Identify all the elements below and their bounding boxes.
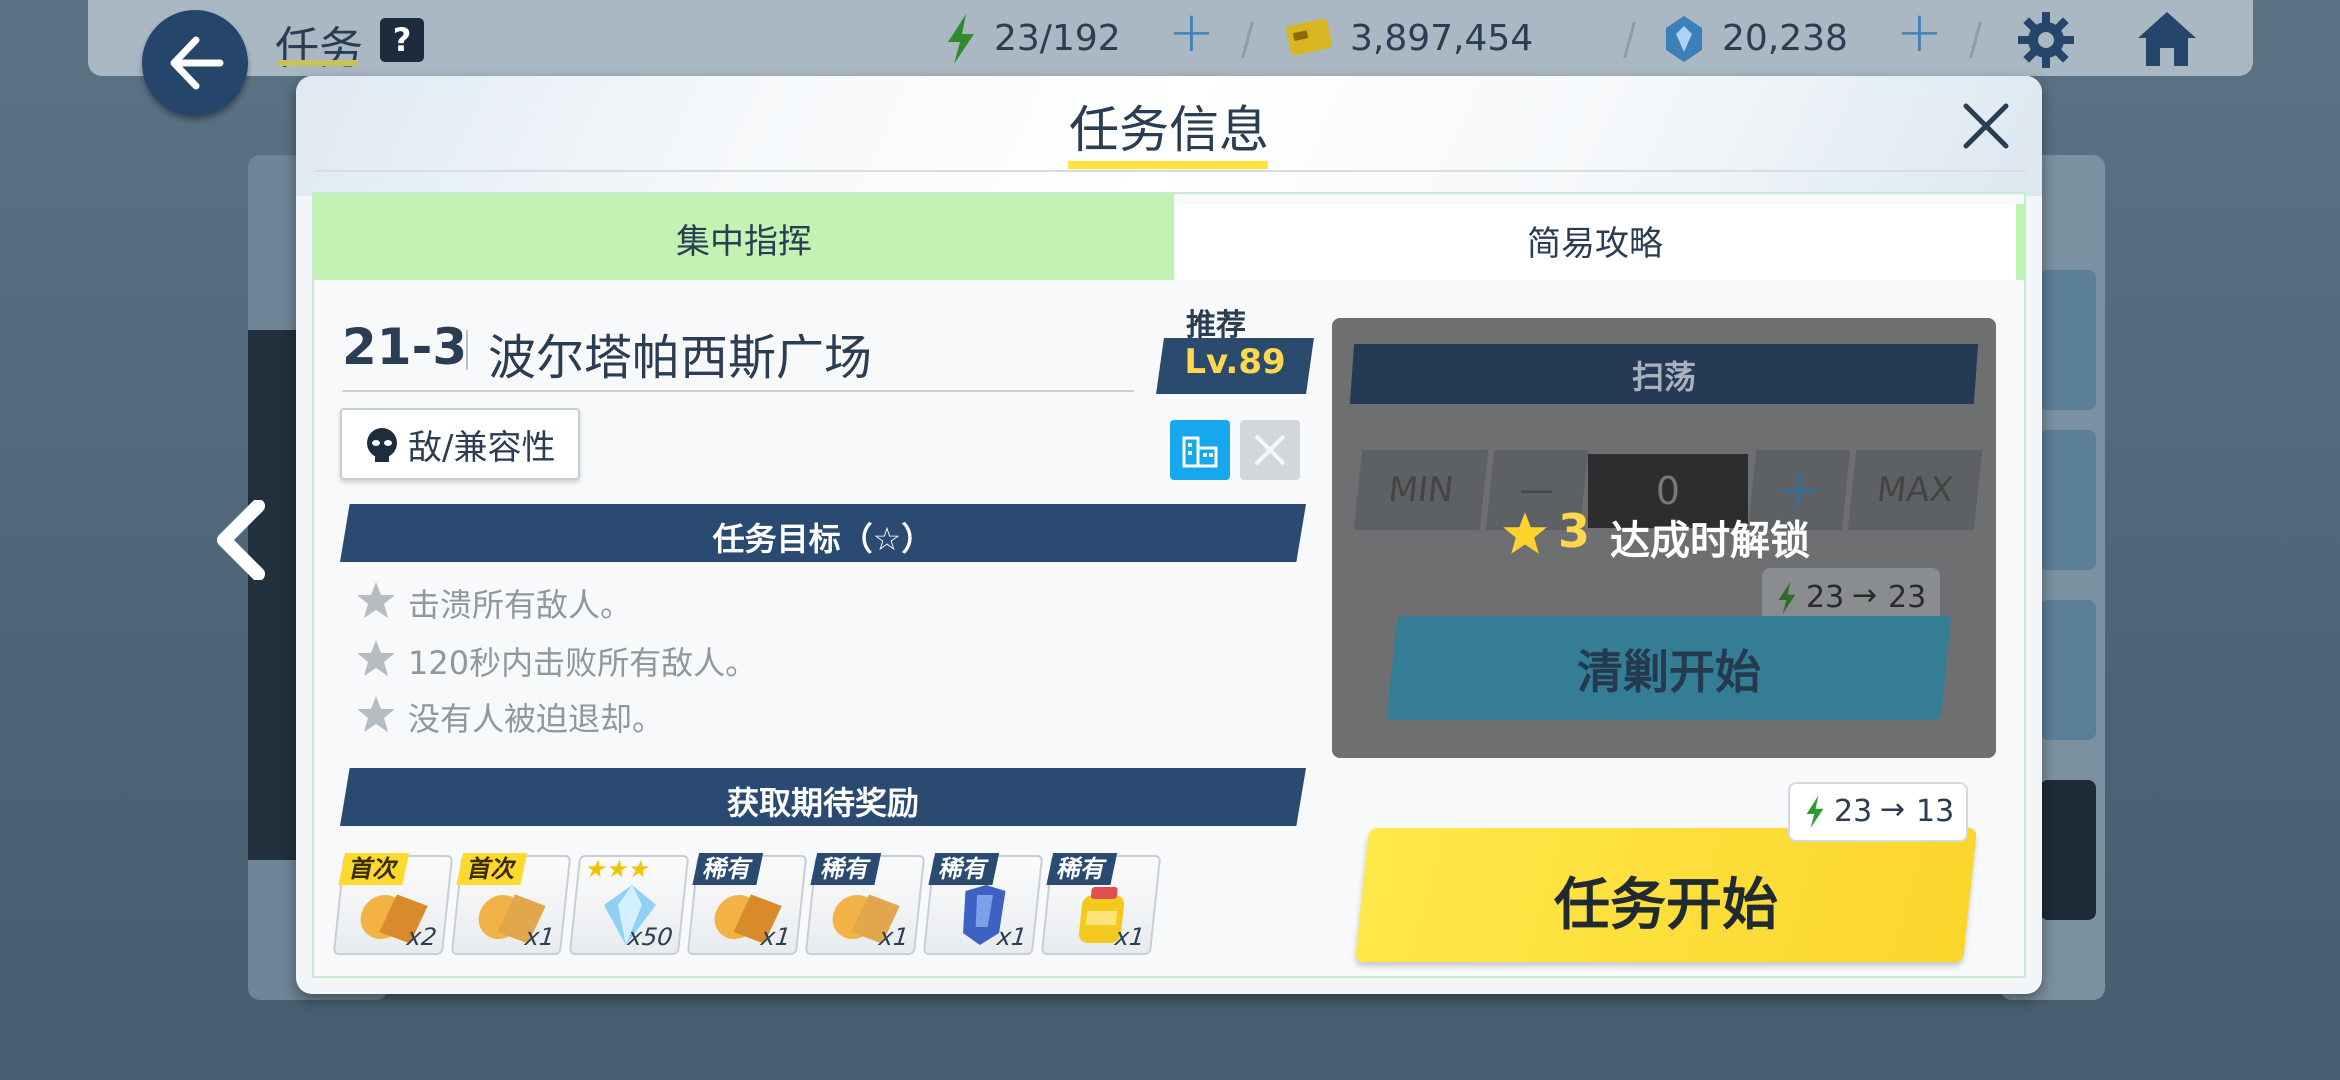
ap-lightning-icon — [1778, 581, 1796, 615]
rewards-banner: 获取期待奖励 — [340, 768, 1306, 826]
tab-label: 简易攻略 — [1527, 224, 1663, 264]
ap-lightning-icon — [1806, 795, 1824, 829]
reward-quantity: x1 — [523, 923, 557, 951]
ap-from: 23 — [1806, 580, 1845, 615]
gear-icon[interactable] — [2016, 10, 2076, 70]
reward-tag: 稀有 — [692, 853, 764, 885]
unlock-condition: 达成时解锁 — [1610, 518, 1810, 564]
reward-item[interactable]: 稀有 x1 — [922, 853, 1044, 955]
objective-star-icon — [357, 582, 395, 618]
disabled-x-icon — [1240, 420, 1300, 480]
sweep-max-button[interactable]: MAX — [1847, 450, 1983, 530]
tab-label: 集中指挥 — [676, 222, 812, 262]
help-icon[interactable]: ? — [380, 18, 424, 62]
ap-lightning-icon — [948, 14, 974, 64]
ap-from: 23 — [1834, 794, 1873, 829]
credits-value: 3,897,454 — [1350, 18, 1534, 59]
ap-to: 23 — [1888, 580, 1927, 615]
divider — [466, 330, 468, 370]
close-icon[interactable] — [1956, 96, 2016, 156]
reward-tag: 稀有 — [1046, 853, 1118, 885]
reward-item[interactable]: 稀有 x1 — [804, 853, 926, 955]
reward-tag: 首次 — [338, 853, 410, 885]
ap-to: 13 — [1916, 794, 1955, 829]
reward-item[interactable]: 稀有 x1 — [1040, 853, 1162, 955]
reward-quantity: x1 — [1113, 923, 1147, 951]
reward-rarity-stars: ★★★ — [582, 855, 654, 883]
start-ap-cost-bubble: 23 → 13 — [1788, 782, 1968, 842]
back-arrow-icon — [170, 36, 224, 90]
stage-id: 21-3 — [342, 318, 468, 376]
reward-item[interactable]: 稀有 x1 — [686, 853, 808, 955]
arrow-right-icon: → — [1852, 578, 1878, 613]
objective-item: 击溃所有敌人。 — [408, 586, 633, 624]
reward-tag: 稀有 — [810, 853, 882, 885]
back-button[interactable] — [142, 10, 248, 116]
gems-value: 20,238 — [1722, 18, 1848, 59]
reward-quantity: x1 — [877, 923, 911, 951]
tab-easy-strategy[interactable]: 简易攻略 — [1174, 204, 2026, 280]
objective-star-icon — [357, 640, 395, 676]
reward-item[interactable]: ★★★ x50 — [568, 855, 690, 955]
background-stage-slot — [2040, 780, 2096, 920]
background-stage-slot — [2040, 270, 2096, 410]
credit-card-icon — [1286, 18, 1332, 56]
tab-focused-command[interactable]: 集中指挥 — [314, 194, 1174, 280]
terrain-building-icon[interactable] — [1170, 420, 1230, 480]
objective-star-icon — [357, 696, 395, 732]
reward-quantity: x1 — [759, 923, 793, 951]
objective-item: 没有人被迫退却。 — [408, 700, 665, 738]
arrow-right-icon: → — [1880, 792, 1906, 827]
reward-quantity: x1 — [995, 923, 1029, 951]
unlock-star-icon — [1503, 512, 1547, 554]
stage-name: 波尔塔帕西斯广场 — [488, 330, 873, 386]
reward-item[interactable]: 首次 x1 — [450, 853, 572, 955]
objectives-title: 任务目标（☆） — [712, 520, 934, 558]
gem-icon — [1666, 16, 1702, 62]
reward-tag: 首次 — [456, 853, 528, 885]
page-title: 任务 — [275, 23, 363, 74]
enemy-compatibility-label: 敌/兼容性 — [408, 428, 556, 468]
recommended-level: Lv.89 — [1184, 342, 1286, 382]
divider — [342, 390, 1134, 392]
rewards-title: 获取期待奖励 — [726, 784, 919, 822]
title-underline — [1068, 161, 1268, 169]
ap-add-button[interactable]: + — [1168, 0, 1215, 65]
sweep-title: 扫荡 — [1631, 358, 1696, 396]
previous-stage-arrow-icon[interactable] — [212, 500, 272, 580]
reward-quantity: x50 — [626, 923, 675, 951]
mission-start-label: 任务开始 — [1554, 873, 1778, 938]
page-title-underline — [278, 60, 358, 66]
unlock-star-count: 3 — [1558, 504, 1591, 558]
home-icon[interactable] — [2136, 10, 2198, 68]
background-stage-slot — [2040, 430, 2096, 570]
objectives-banner: 任务目标（☆） — [340, 504, 1306, 562]
reward-quantity: x2 — [405, 923, 439, 951]
gems-add-button[interactable]: + — [1896, 0, 1943, 65]
background-stage-slot — [2040, 600, 2096, 740]
modal-title: 任务信息 — [1069, 101, 1269, 159]
sweep-start-label: 清剿开始 — [1577, 645, 1761, 699]
objective-item: 120秒内击败所有敌人。 — [408, 644, 758, 682]
ap-value: 23/192 — [994, 18, 1121, 59]
divider — [314, 170, 2026, 172]
reward-item[interactable]: 首次 x2 — [332, 853, 454, 955]
reward-tag: 稀有 — [928, 853, 1000, 885]
enemy-skull-icon — [367, 428, 397, 462]
sweep-min-button[interactable]: MIN — [1353, 450, 1489, 530]
